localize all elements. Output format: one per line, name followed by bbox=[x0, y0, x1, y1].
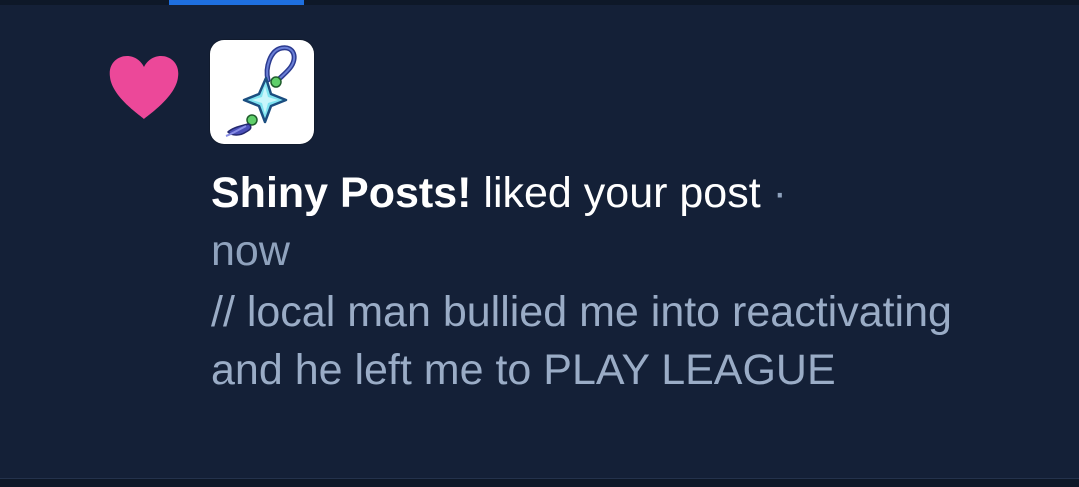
post-snippet[interactable]: // local man bullied me into reactivatin… bbox=[211, 283, 1031, 399]
separator-dot: · bbox=[772, 169, 787, 217]
avatar[interactable] bbox=[210, 40, 314, 144]
notifications-page: Shiny Posts! liked your post · now // lo… bbox=[0, 0, 1079, 487]
action-text: liked your post bbox=[483, 169, 761, 217]
shiny-charm-icon bbox=[225, 45, 297, 137]
actor-name[interactable]: Shiny Posts! bbox=[211, 169, 471, 217]
timestamp: now bbox=[211, 227, 290, 275]
heart-icon bbox=[109, 56, 179, 119]
bottom-divider bbox=[0, 478, 1079, 487]
notification-item[interactable]: Shiny Posts! liked your post · now // lo… bbox=[0, 5, 1079, 478]
notification-text: Shiny Posts! liked your post · now bbox=[211, 164, 1031, 280]
